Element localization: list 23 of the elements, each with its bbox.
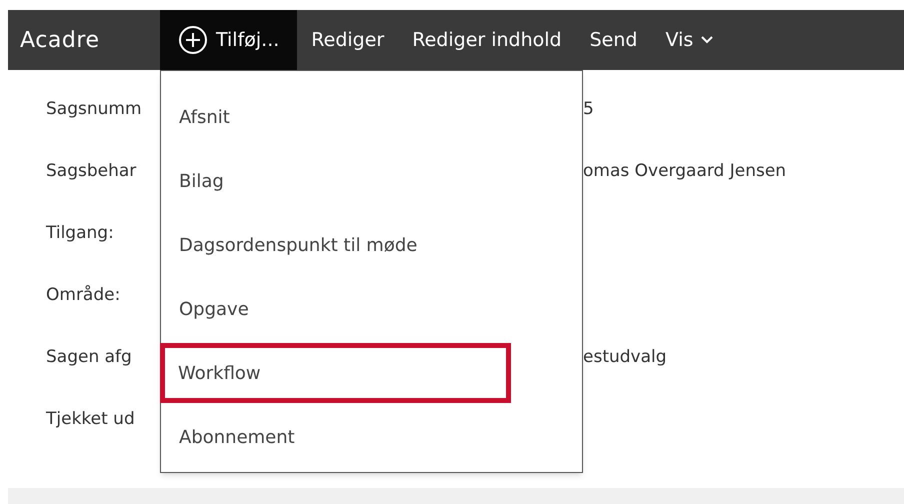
menu-item[interactable]: Opgave [161, 279, 582, 339]
menu-item[interactable]: Workflow [160, 343, 511, 403]
nav-item[interactable]: Send [576, 10, 652, 70]
nav-item[interactable]: Rediger [297, 10, 398, 70]
plus-circle-icon [178, 25, 208, 55]
menu-item[interactable]: Bilag [161, 151, 582, 211]
nav-item[interactable]: Tilføj... [160, 10, 298, 70]
field-label: Område: [46, 284, 120, 307]
nav-item[interactable]: Vis [651, 10, 728, 70]
field-label: Tilgang: [46, 222, 114, 245]
field-label: Sagsbehar [46, 160, 136, 183]
nav-item[interactable]: Rediger indhold [398, 10, 576, 70]
field-label: Sagsnumm [46, 98, 142, 121]
field-label: Sagen afg [46, 346, 132, 369]
field-value: 5 [583, 98, 595, 121]
brand-logo[interactable]: Acadre [8, 10, 160, 70]
field-value: estudvalg [583, 346, 668, 369]
field-label: Tjekket ud [46, 408, 135, 431]
menu-item[interactable]: Dagsordenspunkt til møde [161, 215, 582, 275]
field-value: omas Overgaard Jensen [583, 160, 788, 183]
menu-item[interactable]: Afsnit [161, 87, 582, 147]
menu-item[interactable]: Abonnement [161, 407, 582, 467]
chevron-down-icon [701, 36, 714, 44]
